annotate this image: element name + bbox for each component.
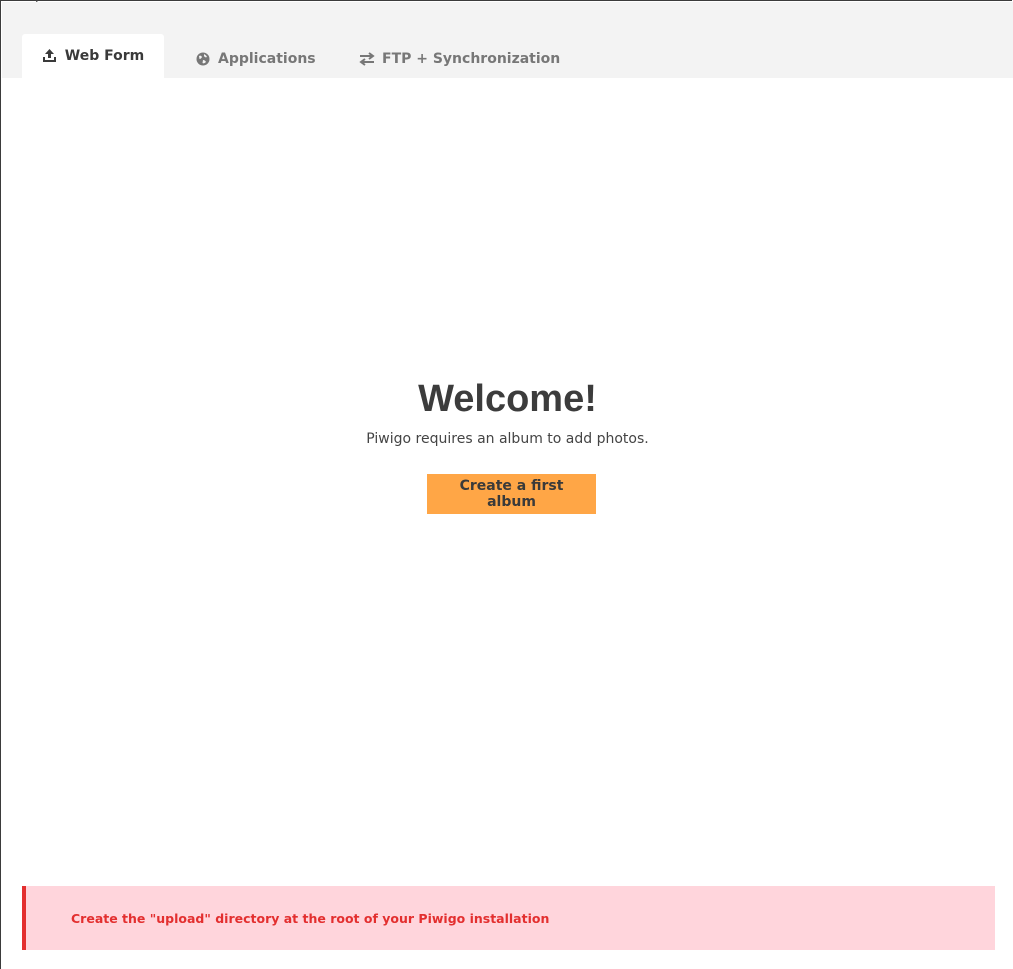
app-window: P Web Form Applications [0, 0, 1013, 969]
welcome-panel: Welcome! Piwigo requires an album to add… [1, 376, 1013, 448]
upload-icon [42, 48, 58, 64]
page-title: P [35, 0, 42, 4]
tab-label: FTP + Synchronization [382, 51, 561, 67]
tab-label: Applications [218, 51, 316, 67]
create-first-album-button[interactable]: Create a first album [427, 474, 596, 514]
tab-label: Web Form [64, 48, 145, 64]
welcome-text: Piwigo requires an album to add photos. [366, 431, 649, 447]
welcome-title: Welcome! [418, 378, 597, 420]
error-message-text: Create the "upload" directory at the roo… [71, 910, 550, 926]
tab-bar: P Web Form Applications [2, 0, 1013, 78]
sync-arrows-icon [359, 51, 375, 67]
tab-applications[interactable]: Applications [195, 48, 316, 70]
tab-web-form[interactable]: Web Form [22, 34, 164, 78]
error-message-box: Create the "upload" directory at the roo… [22, 886, 995, 950]
tab-ftp-synchronization[interactable]: FTP + Synchronization [359, 48, 560, 70]
globe-icon [195, 51, 211, 67]
